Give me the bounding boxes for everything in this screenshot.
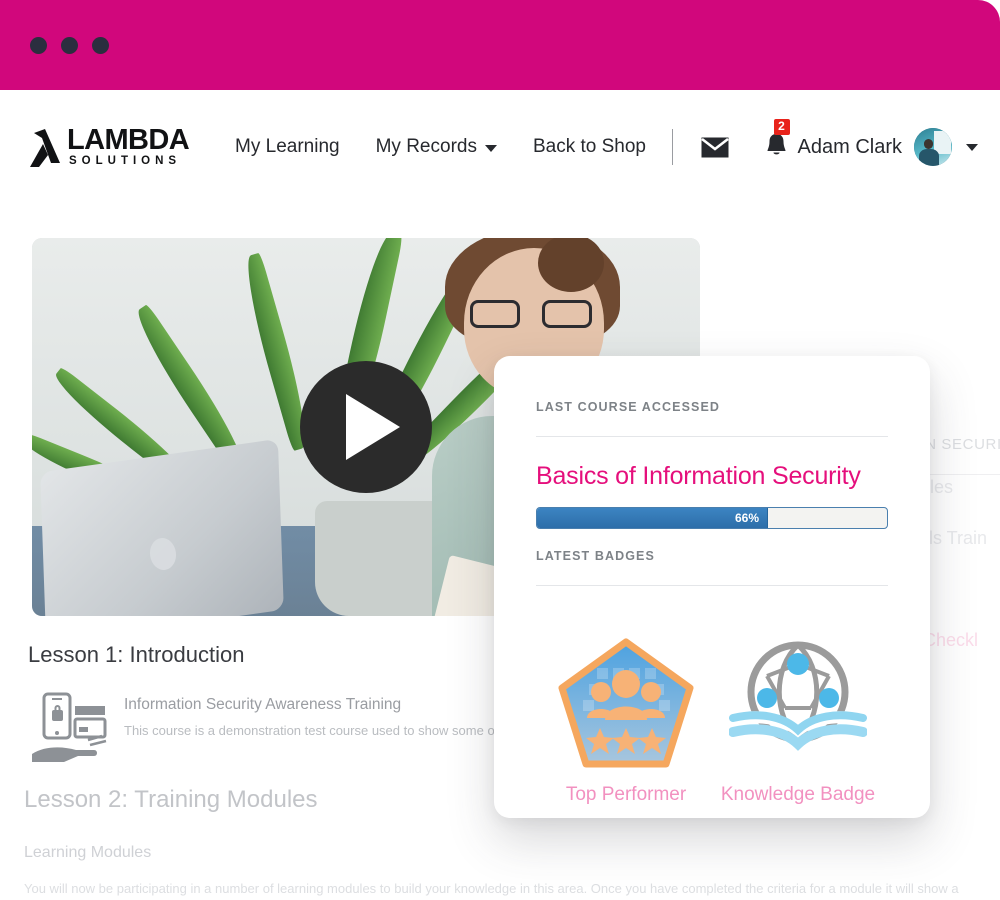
nav-item-my-records[interactable]: My Records: [376, 136, 497, 158]
course-progress-fill: 66%: [537, 508, 768, 528]
badge-label: Top Performer: [565, 784, 687, 805]
chevron-down-icon: [484, 145, 497, 152]
lambda-mark-icon: [30, 129, 60, 167]
play-icon[interactable]: [300, 361, 432, 493]
card-divider-bottom: [536, 585, 888, 586]
notification-count-badge: 2: [773, 118, 790, 135]
logo-name: LAMBDA: [67, 124, 190, 157]
badge-top-performer[interactable]: Top Performer: [540, 634, 712, 806]
close-dot[interactable]: [30, 36, 47, 54]
logo-subtitle: SOLUTIONS: [69, 155, 182, 168]
latest-badges-kicker: LATEST BADGES: [536, 549, 655, 563]
lesson-2-subtitle: Learning Modules: [24, 844, 152, 861]
card-divider-top: [536, 436, 888, 437]
user-avatar[interactable]: [914, 128, 952, 166]
mobile-payment-hand-icon: [32, 692, 107, 762]
window-controls: [30, 36, 109, 54]
maximize-dot[interactable]: [92, 36, 109, 54]
main-nav: My Learning My Records Back to Shop: [235, 136, 646, 158]
notifications-button[interactable]: 2: [765, 118, 790, 163]
nav-label: My Records: [375, 136, 477, 157]
badges-list: Top Performer Knowledge Badge: [536, 634, 888, 806]
user-name-label[interactable]: Adam Clark: [798, 136, 902, 159]
user-menu-chevron-down-icon[interactable]: [966, 143, 978, 151]
window-title-bar: [0, 0, 1000, 90]
badge-label: Knowledge Badge: [720, 784, 876, 805]
nav-item-my-learning[interactable]: My Learning: [235, 136, 340, 158]
lesson-2-body-text: You will now be participating in a numbe…: [24, 881, 959, 896]
badge-knowledge[interactable]: Knowledge Badge: [712, 634, 884, 806]
lambda-logo[interactable]: LAMBDA SOLUTIONS: [30, 119, 190, 175]
minimize-dot[interactable]: [61, 36, 78, 54]
last-course-kicker: LAST COURSE ACCESSED: [536, 400, 721, 414]
course-progress-bar: 66%: [536, 507, 888, 529]
nav-utility-area: 2 Adam Clark: [671, 118, 978, 166]
bell-icon: [767, 131, 786, 154]
course-progress-label: 66%: [734, 511, 759, 525]
top-navigation-bar: LAMBDA SOLUTIONS My Learning My Records …: [0, 90, 1000, 204]
nav-label: My Learning: [235, 136, 340, 157]
app-root: LAMBDA SOLUTIONS My Learning My Records …: [0, 0, 1000, 900]
course-title-link[interactable]: Basics of Information Security: [536, 462, 888, 491]
nav-item-back-to-shop[interactable]: Back to Shop: [533, 136, 646, 158]
nav-divider: [671, 129, 673, 165]
nav-label: Back to Shop: [532, 136, 646, 157]
top-performer-badge-icon: [558, 638, 694, 768]
last-course-card: LAST COURSE ACCESSED Basics of Informati…: [494, 356, 930, 818]
knowledge-badge-icon: [729, 641, 867, 751]
mail-icon[interactable]: [700, 137, 729, 158]
